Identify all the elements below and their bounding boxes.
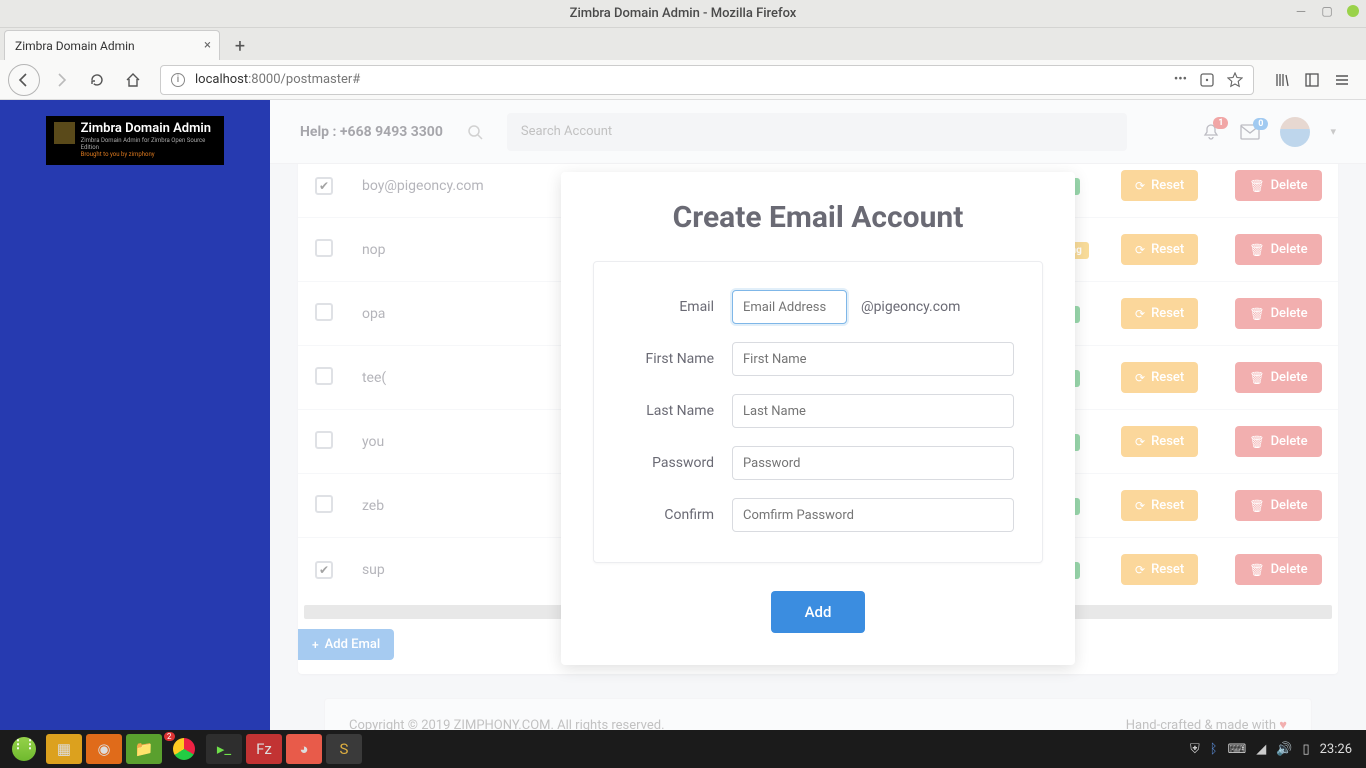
taskbar-app-files-icon[interactable]: 📁 xyxy=(126,734,162,764)
taskbar-app-chrome-icon[interactable]: 2 xyxy=(166,734,202,764)
password-input[interactable] xyxy=(732,446,1014,480)
tray-volume-icon[interactable]: 🔊 xyxy=(1276,742,1292,757)
window-maximize-button[interactable]: ▢ xyxy=(1320,4,1334,18)
url-more-icon[interactable]: ••• xyxy=(1174,72,1187,87)
bookmark-star-icon[interactable] xyxy=(1227,72,1243,88)
url-path: :8000/postmaster# xyxy=(248,72,360,87)
nav-reload-button[interactable] xyxy=(82,65,112,95)
email-label: Email xyxy=(622,299,732,315)
hamburger-menu-icon[interactable] xyxy=(1334,72,1350,88)
email-input[interactable] xyxy=(732,290,847,324)
tray-bluetooth-icon[interactable]: ᛒ xyxy=(1210,742,1218,757)
logo-title: Zimbra Domain Admin xyxy=(81,122,216,135)
nav-forward-button[interactable] xyxy=(46,65,76,95)
system-tray: ⛨ ᛒ ⌨ ◢ 🔊 ▯ 23:26 xyxy=(1190,742,1360,757)
create-account-modal: Create Email Account Email @pigeoncy.com… xyxy=(561,172,1075,665)
tray-keyboard-icon[interactable]: ⌨ xyxy=(1228,742,1247,757)
tray-battery-icon[interactable]: ▯ xyxy=(1302,742,1309,757)
nav-home-button[interactable] xyxy=(118,65,148,95)
taskbar-app-terminal-icon[interactable]: ▸_ xyxy=(206,734,242,764)
url-host: localhost xyxy=(195,72,248,87)
tab-close-icon[interactable]: × xyxy=(204,38,211,53)
modal-add-button[interactable]: Add xyxy=(771,591,866,633)
window-minimize-button[interactable]: ─ xyxy=(1294,4,1308,18)
first-name-label: First Name xyxy=(622,351,732,367)
browser-tab-title: Zimbra Domain Admin xyxy=(15,39,135,53)
taskbar-app-sublime-icon[interactable]: S xyxy=(326,734,362,764)
modal-title: Create Email Account xyxy=(593,200,1043,235)
browser-toolbar: i localhost:8000/postmaster# ••• xyxy=(0,60,1366,100)
browser-tab-strip: Zimbra Domain Admin × + xyxy=(0,28,1366,60)
reader-mode-icon[interactable] xyxy=(1199,72,1215,88)
url-bar[interactable]: i localhost:8000/postmaster# ••• xyxy=(160,65,1254,95)
site-info-icon[interactable]: i xyxy=(171,73,185,87)
tray-clock[interactable]: 23:26 xyxy=(1320,742,1352,757)
email-domain-suffix: @pigeoncy.com xyxy=(861,299,960,315)
os-taskbar: ⋮⋮ ▦ ◉ 📁 2 ▸_ Fz ◕ S ⛨ ᛒ ⌨ ◢ 🔊 ▯ 23:26 xyxy=(0,730,1366,768)
logo-subtitle-1: Zimbra Domain Admin for Zimbra Open Sour… xyxy=(81,137,216,151)
logo-subtitle-2: Brought to you by zimphony xyxy=(81,151,216,158)
logo-icon xyxy=(54,122,75,144)
window-title: Zimbra Domain Admin - Mozilla Firefox xyxy=(0,6,1366,21)
confirm-password-input[interactable] xyxy=(732,498,1014,532)
window-close-button[interactable] xyxy=(1346,4,1360,18)
app-logo[interactable]: Zimbra Domain Admin Zimbra Domain Admin … xyxy=(46,116,224,165)
nav-back-button[interactable] xyxy=(8,64,40,96)
chrome-badge: 2 xyxy=(164,732,175,741)
taskbar-app-gitkraken-icon[interactable]: ◕ xyxy=(286,734,322,764)
window-titlebar: Zimbra Domain Admin - Mozilla Firefox ─ … xyxy=(0,0,1366,28)
tray-wifi-icon[interactable]: ◢ xyxy=(1256,742,1266,757)
last-name-input[interactable] xyxy=(732,394,1014,428)
app-sidebar: Zimbra Domain Admin Zimbra Domain Admin … xyxy=(0,100,270,730)
new-tab-button[interactable]: + xyxy=(226,32,254,60)
password-label: Password xyxy=(622,455,732,471)
modal-add-label: Add xyxy=(805,603,832,621)
last-name-label: Last Name xyxy=(622,403,732,419)
confirm-password-label: Confirm xyxy=(622,507,732,523)
modal-form: Email @pigeoncy.com First Name Last Name… xyxy=(593,261,1043,563)
app-main: Help : +668 9493 3300 1 0 ▾ xyxy=(270,100,1366,730)
start-menu-button[interactable]: ⋮⋮ xyxy=(6,734,42,764)
library-icon[interactable] xyxy=(1274,72,1290,88)
taskbar-app-filezilla-icon[interactable]: Fz xyxy=(246,734,282,764)
browser-tab[interactable]: Zimbra Domain Admin × xyxy=(4,30,220,60)
taskbar-app-manjaro-icon[interactable]: ▦ xyxy=(46,734,82,764)
taskbar-app-firefox-icon[interactable]: ◉ xyxy=(86,734,122,764)
sidebar-toggle-icon[interactable] xyxy=(1304,72,1320,88)
first-name-input[interactable] xyxy=(732,342,1014,376)
tray-shield-icon[interactable]: ⛨ xyxy=(1190,742,1200,757)
